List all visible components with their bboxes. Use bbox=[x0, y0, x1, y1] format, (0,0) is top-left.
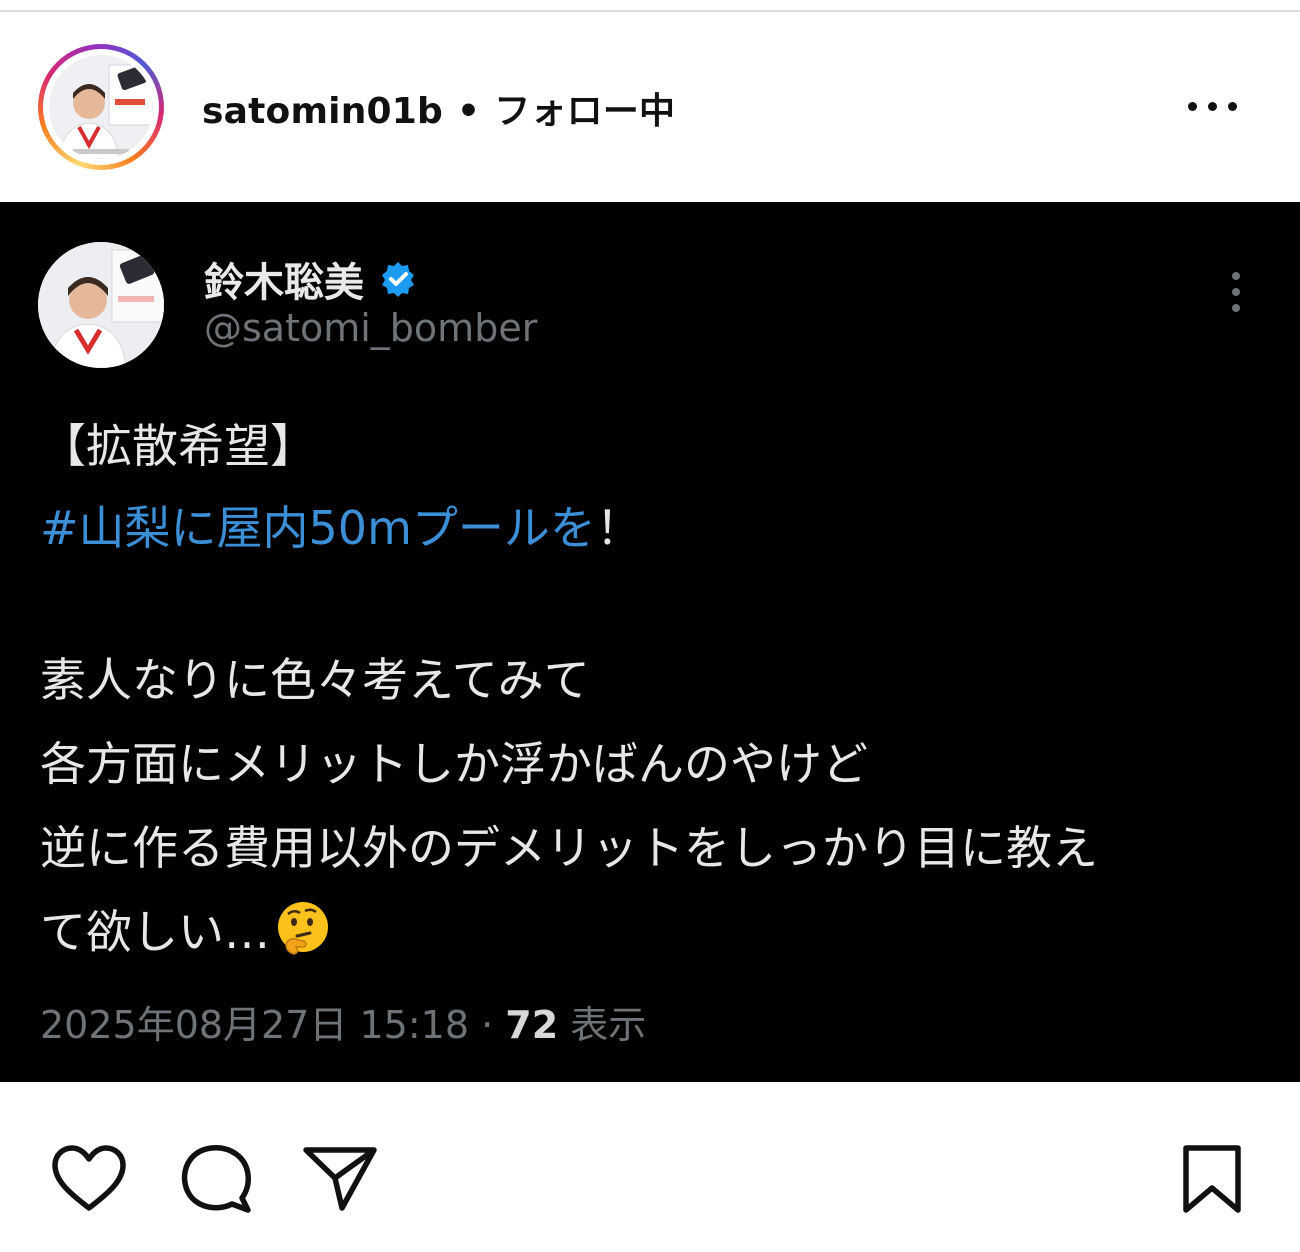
tweet-author-row: 鈴木聡美 bbox=[204, 250, 417, 308]
avatar bbox=[49, 55, 153, 159]
timestamp[interactable]: 2025年08月27日 15:18 bbox=[40, 1003, 469, 1047]
send-icon[interactable] bbox=[302, 1144, 378, 1218]
tweet-meta: 2025年08月27日 15:18 · 72 表示 bbox=[40, 994, 646, 1049]
username-line: satomin01b • フォロー中 bbox=[202, 82, 675, 134]
tweet-line: 逆に作る費用以外のデメリットをしっかり目に教え bbox=[40, 821, 1098, 875]
embedded-tweet-image[interactable]: 鈴木聡美 @satomi_bomber 【拡散希望】 #山梨に屋内50mプールを… bbox=[0, 202, 1300, 1082]
tweet-line: 各方面にメリットしか浮かばんのやけど bbox=[40, 737, 868, 791]
story-ring-avatar[interactable] bbox=[38, 44, 164, 170]
tweet-avatar bbox=[38, 242, 164, 368]
view-label: 表示 bbox=[570, 1003, 647, 1047]
view-count: 72 bbox=[505, 1003, 559, 1047]
more-vertical-icon[interactable] bbox=[1226, 272, 1246, 312]
bookmark-icon[interactable] bbox=[1180, 1144, 1244, 1220]
tweet-line-text: て欲しい… bbox=[40, 905, 270, 959]
tweet-line: て欲しい… bbox=[40, 896, 332, 962]
hashtag-link[interactable]: #山梨に屋内50mプールを bbox=[40, 501, 596, 555]
heart-icon[interactable] bbox=[50, 1144, 128, 1218]
action-bar bbox=[0, 1082, 1300, 1252]
comment-icon[interactable] bbox=[178, 1142, 254, 1220]
thinking-face-emoji-icon bbox=[274, 900, 332, 958]
tweet-line: #山梨に屋内50mプールを！ bbox=[40, 492, 642, 558]
author-name[interactable]: 鈴木聡美 bbox=[204, 260, 364, 306]
tweet-line: 【拡散希望】 bbox=[40, 419, 316, 473]
follow-status[interactable]: フォロー中 bbox=[494, 91, 675, 132]
post-header: satomin01b • フォロー中 bbox=[0, 12, 1300, 202]
author-handle[interactable]: @satomi_bomber bbox=[204, 306, 537, 350]
hashtag-suffix: ！ bbox=[595, 501, 642, 555]
separator-dot: • bbox=[457, 91, 481, 132]
tweet-line: 素人なりに色々考えてみて bbox=[40, 653, 590, 707]
more-horizontal-icon[interactable] bbox=[1186, 94, 1240, 120]
meta-separator: · bbox=[481, 1003, 494, 1047]
username[interactable]: satomin01b bbox=[202, 91, 443, 132]
verified-badge-icon bbox=[379, 260, 417, 298]
